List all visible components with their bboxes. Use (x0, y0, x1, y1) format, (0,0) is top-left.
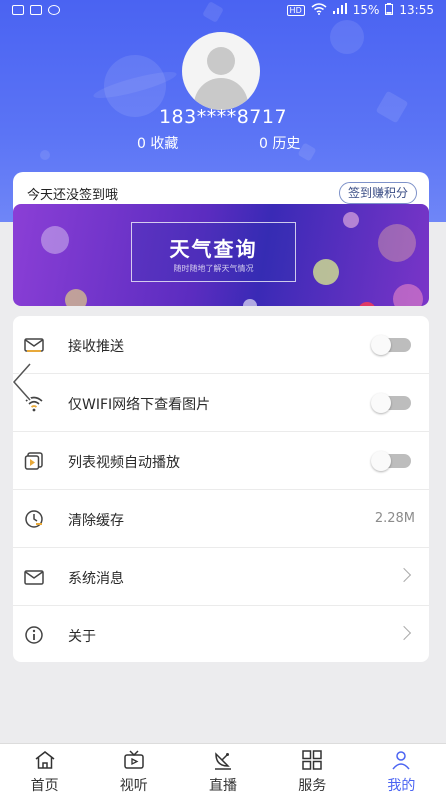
settings-list: 接收推送 仅WIFI网络下查看图片 列表视频自动播放 清除缓存 2.28M 系统… (13, 316, 429, 662)
clock: 13:55 (399, 3, 434, 17)
setting-label: 关于 (68, 629, 96, 645)
status-bar: HD 15% 13:55 (0, 0, 446, 20)
sign-in-prompt: 今天还没签到哦 (27, 188, 119, 203)
chevron-right-icon (396, 567, 412, 583)
setting-receive-push[interactable]: 接收推送 (13, 316, 429, 374)
tab-label: 直播 (209, 778, 237, 794)
grid-icon (301, 750, 323, 770)
info-icon (24, 625, 44, 645)
mail-push-icon (24, 335, 44, 355)
tab-mine[interactable]: 我的 (357, 744, 446, 797)
banner-title: 天气查询 (169, 237, 258, 261)
bottom-tab-bar: 首页 视听 直播 服务 我的 (0, 743, 446, 797)
setting-label: 接收推送 (68, 339, 124, 355)
setting-wifi-images[interactable]: 仅WIFI网络下查看图片 (13, 374, 429, 432)
home-icon (34, 750, 56, 770)
setting-system-messages[interactable]: 系统消息 (13, 548, 429, 606)
person-icon (390, 750, 412, 770)
avatar[interactable] (182, 32, 260, 110)
wifi-signal-icon (311, 2, 327, 18)
envelope-icon (24, 567, 44, 587)
tab-av[interactable]: 视听 (89, 744, 178, 797)
banner-title-box: 天气查询 随时随地了解天气情况 (131, 222, 296, 282)
tab-live[interactable]: 直播 (178, 744, 267, 797)
favorites-count[interactable]: 0 收藏 (137, 133, 178, 153)
app-notification-icon (48, 5, 60, 15)
check-notification-icon (30, 5, 42, 15)
tab-home[interactable]: 首页 (0, 744, 89, 797)
cache-size: 2.28M (374, 511, 415, 526)
setting-autoplay-video[interactable]: 列表视频自动播放 (13, 432, 429, 490)
tab-label: 视听 (119, 778, 148, 794)
sign-in-button[interactable]: 签到赚积分 (338, 182, 417, 204)
tv-icon (123, 750, 145, 770)
video-play-icon (24, 451, 44, 471)
chevron-right-icon (396, 625, 412, 641)
setting-label: 系统消息 (68, 571, 124, 587)
setting-label: 列表视频自动播放 (68, 455, 180, 471)
autoplay-toggle[interactable] (371, 451, 411, 471)
history-count[interactable]: 0 历史 (259, 133, 300, 153)
setting-label: 清除缓存 (68, 513, 124, 529)
back-gesture-icon[interactable] (10, 362, 34, 402)
hd-badge: HD (286, 4, 305, 16)
tab-services[interactable]: 服务 (268, 744, 357, 797)
cell-signal-icon (332, 3, 347, 17)
banner-subtitle: 随时随地了解天气情况 (173, 264, 254, 273)
image-notification-icon (12, 5, 24, 15)
push-toggle[interactable] (371, 335, 411, 355)
clock-clear-icon (24, 509, 44, 529)
user-phone: 183****8717 (158, 106, 288, 128)
weather-banner[interactable]: 天气查询 随时随地了解天气情况 (13, 204, 429, 306)
battery-level: 15% (352, 3, 380, 17)
satellite-dish-icon (212, 750, 234, 770)
wifi-images-toggle[interactable] (371, 393, 411, 413)
setting-label: 仅WIFI网络下查看图片 (68, 397, 211, 413)
setting-clear-cache[interactable]: 清除缓存 2.28M (13, 490, 429, 548)
tab-label: 我的 (387, 778, 416, 794)
tab-label: 首页 (30, 778, 59, 794)
tab-label: 服务 (298, 778, 327, 794)
battery-icon (385, 2, 394, 18)
setting-about[interactable]: 关于 (13, 606, 429, 664)
